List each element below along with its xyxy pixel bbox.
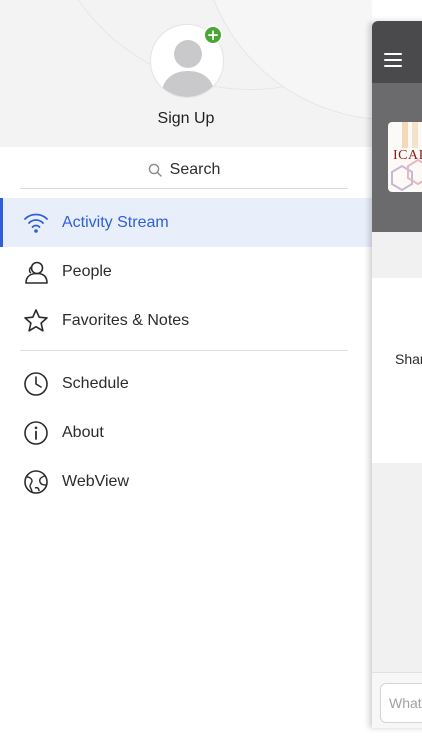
menu-item-label: Activity Stream — [62, 213, 169, 231]
share-card[interactable]: Shar — [372, 278, 422, 463]
navigation-drawer: + Sign Up Search Activity Stream People — [0, 0, 372, 750]
menu-item-label: Favorites & Notes — [62, 311, 190, 329]
composer-bar: What — [372, 672, 422, 728]
menu-item-favorites-notes[interactable]: Favorites & Notes — [0, 296, 372, 345]
menu-item-webview[interactable]: WebView — [0, 457, 372, 506]
info-icon — [24, 420, 48, 445]
share-text: Shar — [395, 351, 422, 367]
post-input[interactable]: What — [380, 683, 422, 723]
menu-item-about[interactable]: About — [0, 408, 372, 457]
menu-item-label: About — [62, 423, 104, 441]
logo-text: ICAI — [393, 148, 422, 163]
sign-up-link[interactable]: Sign Up — [0, 110, 372, 128]
content-strip — [372, 232, 422, 278]
globe-icon — [24, 469, 48, 494]
event-logo: ICAI — [388, 122, 422, 192]
drawer-header: + Sign Up — [0, 0, 372, 147]
clock-icon — [24, 371, 48, 396]
menu-divider — [20, 350, 348, 351]
star-icon — [24, 308, 48, 332]
menu-item-label: WebView — [62, 472, 129, 490]
search-field[interactable]: Search — [20, 152, 348, 189]
search-label: Search — [169, 161, 221, 178]
menu-item-schedule[interactable]: Schedule — [0, 359, 372, 408]
hamburger-menu-icon[interactable] — [384, 53, 402, 67]
add-profile-icon[interactable]: + — [203, 25, 223, 45]
main-content-preview[interactable]: ICAI Shar What — [372, 21, 422, 728]
menu-item-activity-stream[interactable]: Activity Stream — [0, 198, 372, 247]
search-icon — [148, 163, 162, 177]
menu-item-label: People — [62, 262, 112, 280]
menu-item-people[interactable]: People — [0, 247, 372, 296]
wifi-icon — [24, 213, 48, 233]
menu-item-label: Schedule — [62, 374, 129, 392]
top-app-bar — [372, 21, 422, 83]
person-icon — [25, 261, 48, 284]
